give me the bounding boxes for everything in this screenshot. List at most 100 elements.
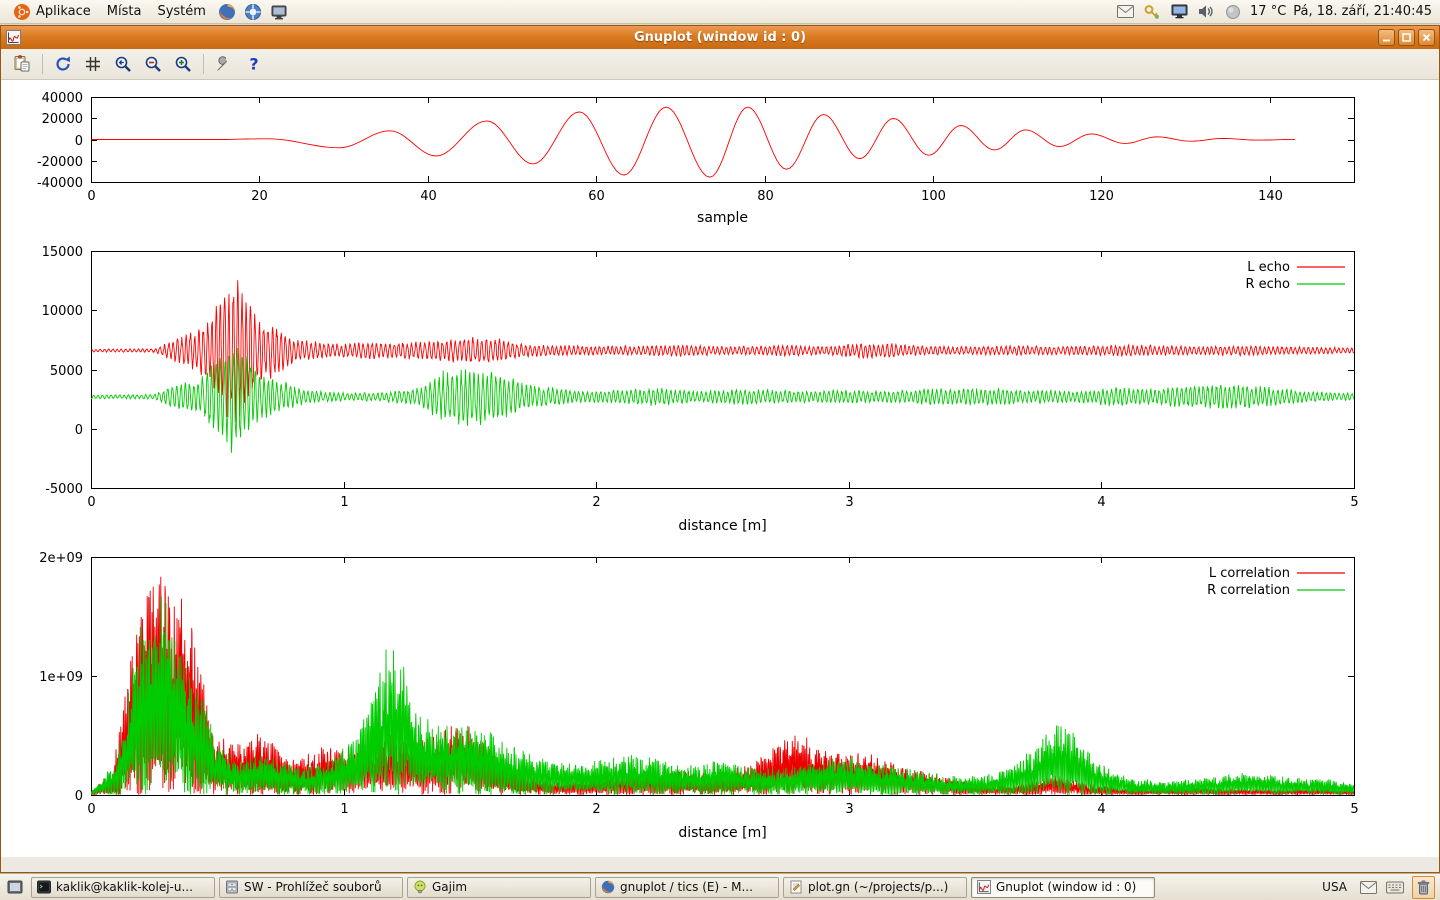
minimize-button[interactable] <box>1378 29 1395 46</box>
svg-text:60: 60 <box>588 189 605 204</box>
trash-applet[interactable] <box>1412 876 1435 899</box>
system-menu-label: Systém <box>157 4 205 19</box>
taskbar-button-gnuplot[interactable]: Gnuplot (window id : 0) <box>971 877 1155 898</box>
taskbar: kaklik@kaklik-kolej-u... SW - Prohlížeč … <box>0 873 1440 900</box>
svg-text:-20000: -20000 <box>37 155 83 170</box>
system-tray: 17 °C Pá, 18. září, 21:40:45 <box>1115 2 1434 22</box>
mail-tray-icon[interactable] <box>1115 2 1135 22</box>
gnuplot-icon <box>977 880 991 894</box>
temperature-indicator[interactable]: 17 °C <box>1250 4 1286 19</box>
plots-svg[interactable]: 020406080100120140-40000-200000200004000… <box>1 80 1439 857</box>
svg-text:120: 120 <box>1089 189 1114 204</box>
copy-icon[interactable] <box>9 51 35 77</box>
window-footer <box>1 857 1439 872</box>
svg-text:10000: 10000 <box>42 304 83 319</box>
plot-area: 020406080100120140-40000-200000200004000… <box>1 80 1439 857</box>
places-menu[interactable]: Místa <box>100 2 149 21</box>
places-menu-label: Místa <box>107 4 142 19</box>
taskbar-button-terminal[interactable]: kaklik@kaklik-kolej-u... <box>31 877 215 898</box>
svg-text:0: 0 <box>87 189 95 204</box>
svg-text:1: 1 <box>340 495 348 510</box>
task-label: gnuplot / tics (E) - M... <box>620 880 753 894</box>
svg-text:3: 3 <box>845 495 853 510</box>
svg-text:?: ? <box>249 55 258 74</box>
taskbar-button-gajim[interactable]: Gajim <box>407 877 591 898</box>
svg-text:-40000: -40000 <box>37 176 83 191</box>
svg-text:5: 5 <box>1350 495 1358 510</box>
svg-text:3: 3 <box>845 802 853 817</box>
system-menu[interactable]: Systém <box>150 2 212 21</box>
zoom-in-icon[interactable] <box>170 51 196 77</box>
svg-text:40: 40 <box>420 189 437 204</box>
svg-text:100: 100 <box>921 189 946 204</box>
file-manager-icon <box>225 880 239 894</box>
svg-text:40000: 40000 <box>42 91 83 106</box>
svg-text:0: 0 <box>87 495 95 510</box>
svg-text:-5000: -5000 <box>45 482 83 497</box>
titlebar[interactable]: Gnuplot (window id : 0) <box>1 26 1439 49</box>
svg-text:sample: sample <box>697 210 748 226</box>
svg-text:80: 80 <box>757 189 774 204</box>
toolbar-separator <box>203 54 204 74</box>
window-title: Gnuplot (window id : 0) <box>1 30 1439 45</box>
svg-text:1e+09: 1e+09 <box>39 670 83 685</box>
firefox-launcher-icon[interactable] <box>215 1 239 23</box>
svg-text:R echo: R echo <box>1245 277 1290 292</box>
svg-text:4: 4 <box>1097 495 1105 510</box>
zoom-out-icon[interactable] <box>140 51 166 77</box>
gajim-icon <box>413 880 427 894</box>
maximize-button[interactable] <box>1398 29 1415 46</box>
task-label: Gajim <box>432 880 467 894</box>
task-label: Gnuplot (window id : 0) <box>996 880 1136 894</box>
top-panel: Aplikace Místa Systém <box>0 0 1440 24</box>
ubuntu-logo-icon <box>13 3 31 21</box>
taskbar-tray: USA <box>1318 876 1437 899</box>
svg-text:20000: 20000 <box>42 112 83 127</box>
task-label: SW - Prohlížeč souborů <box>244 880 382 894</box>
svg-text:1: 1 <box>340 802 348 817</box>
taskbar-button-firefox[interactable]: gnuplot / tics (E) - M... <box>595 877 779 898</box>
svg-text:2: 2 <box>592 495 600 510</box>
panel-menus: Aplikace Místa Systém <box>6 1 291 23</box>
grid-icon[interactable] <box>80 51 106 77</box>
svg-text:distance [m]: distance [m] <box>678 825 766 841</box>
taskbar-button-file-browser[interactable]: SW - Prohlížeč souborů <box>219 877 403 898</box>
mail-notification-icon[interactable] <box>1358 877 1378 897</box>
svg-text:0: 0 <box>75 423 83 438</box>
volume-tray-icon[interactable] <box>1196 2 1216 22</box>
taskbar-button-editor[interactable]: plot.gn (~/projects/p...) <box>783 877 967 898</box>
svg-text:140: 140 <box>1258 189 1283 204</box>
applications-menu[interactable]: Aplikace <box>6 1 98 23</box>
applications-menu-label: Aplikace <box>36 4 91 19</box>
svg-text:20: 20 <box>251 189 268 204</box>
close-button[interactable] <box>1418 29 1435 46</box>
svg-text:R correlation: R correlation <box>1207 583 1290 598</box>
svg-text:2: 2 <box>592 802 600 817</box>
firefox-icon <box>601 880 615 894</box>
screenshot-launcher-icon[interactable] <box>267 1 291 23</box>
keyboard-indicator-icon[interactable] <box>1385 877 1405 897</box>
settings-wrench-icon[interactable] <box>211 51 237 77</box>
terminal-icon <box>37 880 51 894</box>
toolbar: ? <box>1 49 1439 80</box>
task-label: plot.gn (~/projects/p...) <box>808 880 948 894</box>
svg-text:5: 5 <box>1350 802 1358 817</box>
weather-tray-icon[interactable] <box>1223 2 1243 22</box>
svg-text:2e+09: 2e+09 <box>39 551 83 566</box>
help-icon[interactable]: ? <box>241 51 267 77</box>
keys-tray-icon[interactable] <box>1142 2 1162 22</box>
keyboard-layout-indicator[interactable]: USA <box>1318 879 1351 895</box>
help-launcher-icon[interactable] <box>241 1 265 23</box>
svg-text:15000: 15000 <box>42 245 83 260</box>
svg-text:distance [m]: distance [m] <box>678 518 766 534</box>
svg-text:4: 4 <box>1097 802 1105 817</box>
zoom-previous-icon[interactable] <box>110 51 136 77</box>
show-desktop-button[interactable] <box>3 876 27 898</box>
window-icon <box>5 29 22 46</box>
toolbar-separator <box>42 54 43 74</box>
gnuplot-window: Gnuplot (window id : 0) <box>0 25 1440 873</box>
display-tray-icon[interactable] <box>1169 2 1189 22</box>
task-label: kaklik@kaklik-kolej-u... <box>56 880 193 894</box>
replot-icon[interactable] <box>50 51 76 77</box>
clock[interactable]: Pá, 18. září, 21:40:45 <box>1293 4 1432 19</box>
